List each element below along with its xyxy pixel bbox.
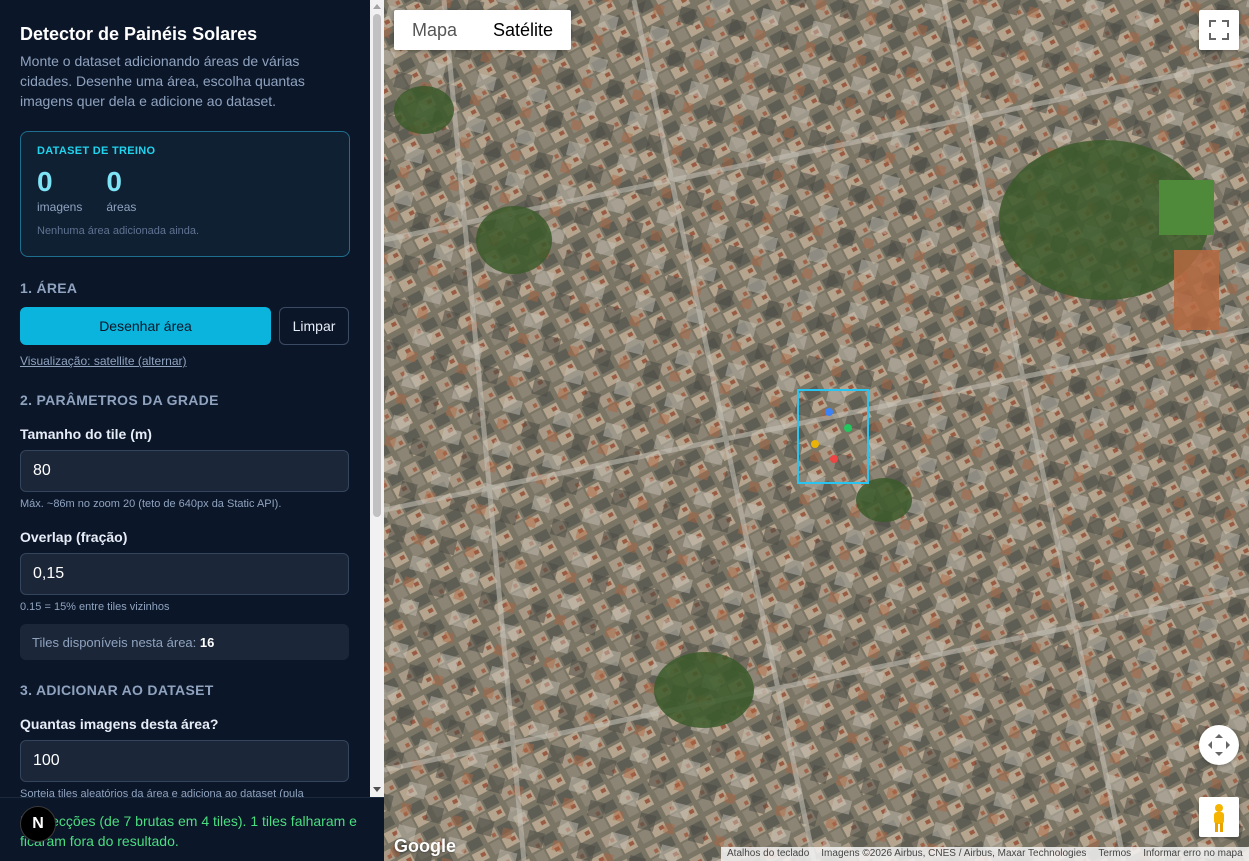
draw-area-button[interactable]: Desenhar área <box>20 307 271 345</box>
dataset-card: DATASET DE TREINO 0 imagens 0 áreas Nenh… <box>20 131 350 257</box>
sidebar-scrollbar[interactable] <box>370 0 384 797</box>
selected-area-rectangle[interactable] <box>797 389 869 484</box>
report-error-link[interactable]: Informar erro no mapa <box>1143 848 1243 860</box>
tiles-available-label: Tiles disponíveis nesta área: <box>32 635 197 650</box>
fullscreen-icon <box>1209 20 1229 40</box>
areas-count: 0 <box>106 166 122 197</box>
images-stat: 0 imagens <box>37 166 83 215</box>
tiles-available-box: Tiles disponíveis nesta área: 16 <box>20 624 349 660</box>
tile-size-label: Tamanho do tile (m) <box>20 426 152 442</box>
sidebar-content: Detector de Painéis Solares Monte o data… <box>0 0 370 797</box>
map-type-control: Mapa Satélite <box>394 10 572 50</box>
areas-label: áreas <box>106 200 137 214</box>
google-logo: Google <box>394 836 456 856</box>
clear-button[interactable]: Limpar <box>279 307 349 345</box>
sports-field <box>1159 180 1214 235</box>
pegman-icon <box>1214 804 1224 832</box>
dataset-empty-text: Nenhuma área adicionada ainda. <box>37 225 200 237</box>
add-heading: 3. ADICIONAR AO DATASET <box>20 682 214 698</box>
view-toggle-link[interactable]: Visualização: satellite (alternar) <box>20 354 187 368</box>
dataset-heading: DATASET DE TREINO <box>37 145 156 157</box>
scroll-thumb[interactable] <box>373 14 381 517</box>
overlap-hint: 0.15 = 15% entre tiles vizinhos <box>20 601 170 613</box>
terms-link[interactable]: Termos <box>1098 848 1131 860</box>
image-count-label: Quantas imagens desta área? <box>20 716 219 732</box>
scroll-down-arrow-icon[interactable] <box>373 787 381 792</box>
tile-size-input[interactable] <box>20 450 349 492</box>
tiles-available-value: 16 <box>199 635 215 650</box>
sidebar: Detector de Painéis Solares Monte o data… <box>0 0 384 861</box>
grid-heading: 2. PARÂMETROS DA GRADE <box>20 392 219 408</box>
satellite-map[interactable]: Mapa Satélite Google Atalhos do teclado … <box>384 0 1249 861</box>
overlap-input[interactable] <box>20 553 349 595</box>
images-label: imagens <box>37 200 83 214</box>
overlap-label: Overlap (fração) <box>20 529 128 545</box>
fullscreen-button[interactable] <box>1199 10 1239 50</box>
detection-marker-red[interactable] <box>830 455 838 463</box>
intro-text: Monte o dataset adicionando áreas de vár… <box>20 53 305 109</box>
detection-marker-blue[interactable] <box>825 408 833 416</box>
street-view-pegman-button[interactable] <box>1199 797 1239 837</box>
recenter-button[interactable] <box>1199 725 1239 765</box>
image-count-input[interactable] <box>20 740 349 782</box>
tab-map[interactable]: Mapa <box>394 10 475 50</box>
scroll-up-arrow-icon[interactable] <box>373 4 381 9</box>
detection-marker-green[interactable] <box>844 424 852 432</box>
images-count: 0 <box>37 166 53 197</box>
tile-size-hint: Máx. ~86m no zoom 20 (teto de 640px da S… <box>20 498 282 510</box>
page-title: Detector de Painéis Solares <box>20 24 258 44</box>
recenter-icon <box>1208 734 1230 756</box>
areas-stat: 0 áreas <box>106 166 137 215</box>
next-devtools-badge[interactable]: N <box>20 806 56 842</box>
map-attribution-bar: Atalhos do teclado Imagens ©2026 Airbus,… <box>721 847 1249 861</box>
image-count-hint: Sorteia tiles aleatórios da área e adici… <box>20 788 304 797</box>
imagery-credit: Imagens ©2026 Airbus, CNES / Airbus, Max… <box>821 848 1087 859</box>
tab-satellite[interactable]: Satélite <box>475 10 571 50</box>
detection-marker-yellow[interactable] <box>811 440 819 448</box>
keyboard-shortcuts-link[interactable]: Atalhos do teclado <box>727 848 809 860</box>
area-heading: 1. ÁREA <box>20 280 78 296</box>
status-message: 5 detecções (de 7 brutas em 4 tiles). 1 … <box>0 797 384 861</box>
